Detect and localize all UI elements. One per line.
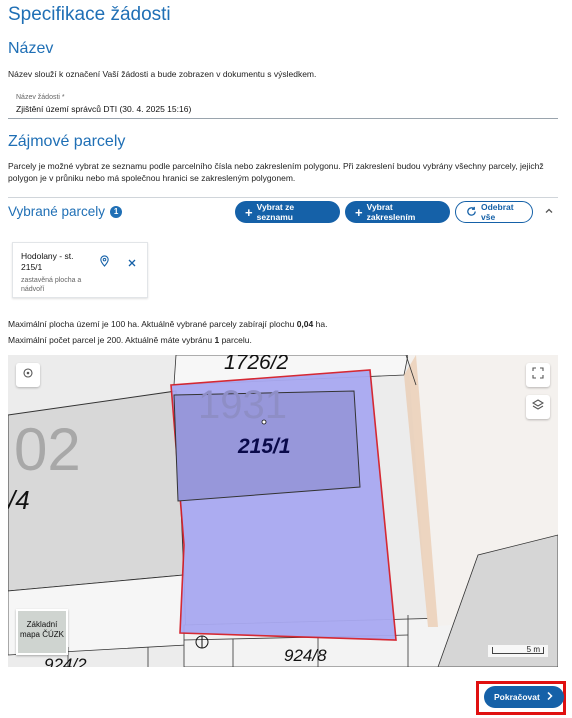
selected-parcels-title: Vybrané parcely — [8, 204, 106, 219]
chevron-up-icon — [544, 203, 554, 221]
continue-label: Pokračovat — [494, 692, 540, 702]
scale-label: 5 m — [526, 645, 540, 654]
refresh-icon — [466, 206, 477, 219]
select-from-list-button[interactable]: + Vybrat ze seznamu — [235, 201, 340, 223]
section-divider — [8, 197, 558, 198]
close-icon — [127, 255, 137, 272]
parcels-description: Parcely je možné vybrat ze seznamu podle… — [8, 160, 560, 184]
map-label-selected-parcel: 215/1 — [238, 435, 291, 458]
map-scale-bar: 5 m — [488, 645, 548, 657]
parcels-description-line2: polygon je v průniku nebo má společnou h… — [8, 173, 296, 183]
remove-all-button[interactable]: Odebrat vše — [455, 201, 533, 223]
location-pin-icon — [99, 254, 110, 271]
select-by-drawing-label: Vybrat zakreslením — [366, 202, 416, 222]
plus-icon: + — [245, 204, 253, 220]
map-fullscreen-button[interactable] — [526, 363, 550, 387]
remove-parcel-button[interactable] — [127, 255, 137, 273]
map-building-number: 1931 — [198, 383, 287, 427]
map-layers-button[interactable] — [526, 395, 550, 419]
parcel-card-subtitle: zastavěná plocha a nádvoří — [21, 277, 82, 293]
map-locate-button[interactable] — [16, 363, 40, 387]
map-label-bottom-left: 924/2 — [44, 655, 87, 667]
name-description: Název slouží k označení Vaší žádosti a b… — [8, 69, 317, 79]
selected-count-badge: 1 — [110, 205, 123, 218]
basemap-switcher[interactable]: Základní mapa ČÚZK — [16, 609, 68, 655]
plus-icon: + — [355, 204, 363, 220]
count-limit-suffix: parcelu. — [219, 335, 252, 345]
map-label-bottom-right: 924/8 — [284, 646, 327, 665]
parcel-map[interactable]: 1931 1726/2 215/1 02 /4 924/8 924/2 Zákl… — [8, 355, 558, 667]
name-heading: Název — [8, 40, 54, 57]
name-field-input[interactable]: Zjištění území správců DTI (30. 4. 2025 … — [16, 104, 191, 114]
area-limit-prefix: Maximální plocha území je 100 ha. Aktuál… — [8, 319, 297, 329]
parcels-heading: Zájmové parcely — [8, 133, 126, 150]
area-value: 0,04 — [296, 319, 314, 329]
page-title: Specifikace žádosti — [8, 4, 171, 25]
select-from-list-label: Vybrat ze seznamu — [256, 202, 295, 222]
name-field-underline — [8, 118, 558, 119]
area-limit-text: Maximální plocha území je 100 ha. Aktuál… — [8, 318, 327, 330]
chevron-right-icon — [546, 691, 554, 703]
layers-icon — [531, 398, 545, 416]
target-icon — [22, 366, 34, 384]
locate-parcel-button[interactable] — [99, 254, 110, 272]
collapse-toggle[interactable] — [540, 203, 558, 221]
remove-all-label: Odebrat vše — [481, 202, 514, 222]
map-label-left-small: /4 — [8, 485, 30, 515]
parcels-description-line1: Parcely je možné vybrat ze seznamu podle… — [8, 161, 544, 171]
area-limit-suffix: ha. — [313, 319, 328, 329]
count-limit-prefix: Maximální počet parcel je 200. Aktuálně … — [8, 335, 215, 345]
parcel-card: Hodolany - st. 215/1 zastavěná plocha a … — [12, 242, 148, 298]
name-field-label: Název žádosti * — [16, 94, 65, 101]
count-limit-text: Maximální počet parcel je 200. Aktuálně … — [8, 334, 252, 346]
map-label-left-big: 02 — [14, 416, 81, 483]
select-by-drawing-button[interactable]: + Vybrat zakreslením — [345, 201, 450, 223]
map-label-parcel-top: 1726/2 — [224, 355, 289, 374]
continue-button[interactable]: Pokračovat — [484, 686, 564, 708]
parcel-card-title: Hodolany - st. 215/1 — [21, 251, 74, 272]
expand-icon — [532, 366, 544, 384]
selected-parcels-header: Vybrané parcely 1 — [8, 204, 123, 219]
